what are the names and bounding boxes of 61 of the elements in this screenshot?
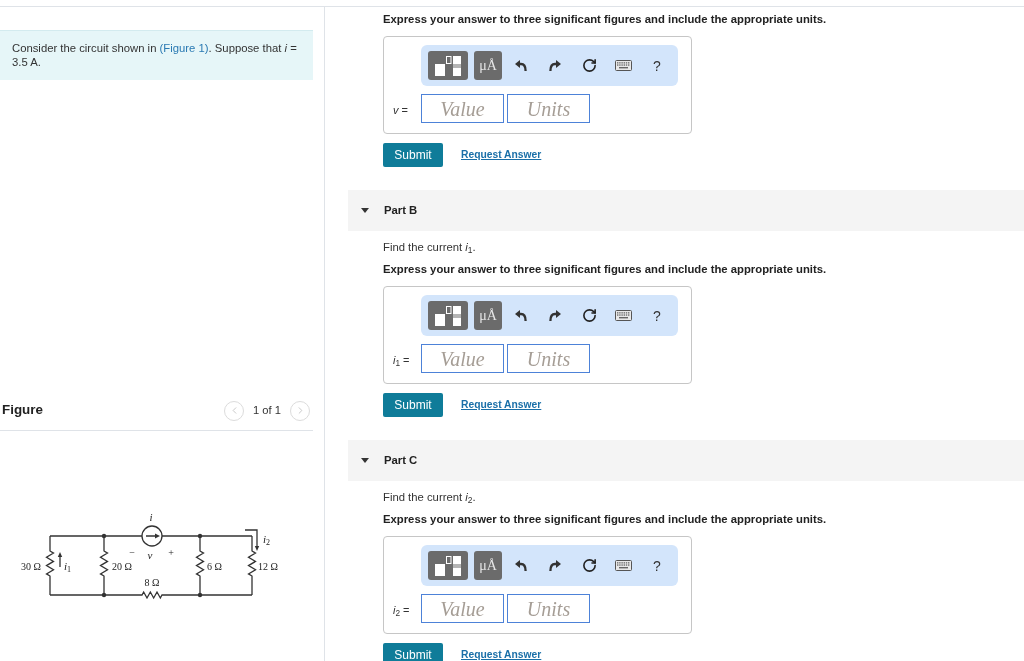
reset-icon[interactable]	[581, 58, 597, 73]
fraction-template-icon	[435, 555, 461, 576]
value-field[interactable]: Value	[421, 344, 504, 373]
variable-label: i$_{1}$ =	[393, 353, 410, 366]
current-label: i$_{1}$	[64, 560, 72, 574]
keyboard-icon[interactable]	[614, 560, 632, 571]
reset-icon[interactable]	[581, 558, 597, 573]
undo-icon[interactable]	[515, 560, 527, 571]
templates-button[interactable]	[428, 551, 468, 580]
undo-icon[interactable]	[515, 310, 527, 321]
polarity-label: −	[129, 546, 135, 558]
current-label: i	[149, 510, 153, 523]
figure-pager: 1 of 1	[253, 403, 281, 419]
answer-instructions: Express your answer to three significant figures and include the appropriate units.	[383, 262, 827, 276]
fraction-template-icon	[435, 55, 461, 76]
fraction-template-icon	[435, 305, 461, 326]
figure-link[interactable]: (Figure 1)	[159, 42, 209, 54]
resistance-label: 6 Ω	[207, 560, 222, 572]
redo-icon[interactable]	[549, 310, 561, 321]
request-answer-link[interactable]: Request Answer	[461, 647, 542, 661]
request-answer-link[interactable]: Request Answer	[461, 147, 542, 163]
part-header[interactable]: Part C	[348, 440, 1024, 481]
keyboard-icon[interactable]	[614, 60, 632, 71]
templates-button[interactable]	[428, 51, 468, 80]
figure-title: Figure	[1, 401, 43, 420]
help-button[interactable]: ?	[653, 557, 661, 574]
variable-label: i$_{2}$ =	[393, 603, 410, 616]
voltage-label: v	[147, 549, 153, 561]
units-field[interactable]: Units	[507, 94, 590, 123]
submit-button[interactable]: Submit	[383, 393, 443, 417]
question-prompt: Find the current i$_{1}$.	[383, 240, 476, 254]
submit-button[interactable]: Submit	[383, 143, 443, 167]
part-header[interactable]: Part B	[348, 190, 1024, 231]
answer-instructions: Express your answer to three significant figures and include the appropriate units.	[383, 512, 827, 526]
polarity-label: +	[168, 546, 174, 558]
resistance-label: 20 Ω	[112, 560, 132, 572]
question-prompt: Find the current i$_{2}$.	[383, 490, 476, 504]
units-button[interactable]: μÅ	[474, 51, 502, 80]
units-field[interactable]: Units	[507, 344, 590, 373]
submit-button[interactable]: Submit	[383, 643, 443, 661]
units-button[interactable]: μÅ	[474, 551, 502, 580]
undo-icon[interactable]	[515, 60, 527, 71]
request-answer-link[interactable]: Request Answer	[461, 397, 542, 413]
value-field[interactable]: Value	[421, 594, 504, 623]
help-button[interactable]: ?	[653, 57, 661, 74]
resistance-label: 30 Ω	[21, 560, 41, 572]
answer-instructions: Express your answer to three significant figures and include the appropriate units.	[383, 12, 827, 26]
problem-statement: Consider the circuit shown in (Figure 1). Suppose that i = 3.5 A.	[12, 41, 298, 69]
units-button[interactable]: μÅ	[474, 301, 502, 330]
keyboard-icon[interactable]	[614, 310, 632, 321]
resistance-label: 8 Ω	[144, 576, 160, 588]
value-field[interactable]: Value	[421, 94, 504, 123]
variable-label: v =	[393, 103, 408, 116]
help-button[interactable]: ?	[653, 307, 661, 324]
resistance-label: 12 Ω	[258, 560, 278, 572]
units-field[interactable]: Units	[507, 594, 590, 623]
current-label: i$_{2}$	[263, 532, 271, 547]
redo-icon[interactable]	[549, 560, 561, 571]
templates-button[interactable]	[428, 301, 468, 330]
reset-icon[interactable]	[581, 308, 597, 323]
redo-icon[interactable]	[549, 60, 561, 71]
